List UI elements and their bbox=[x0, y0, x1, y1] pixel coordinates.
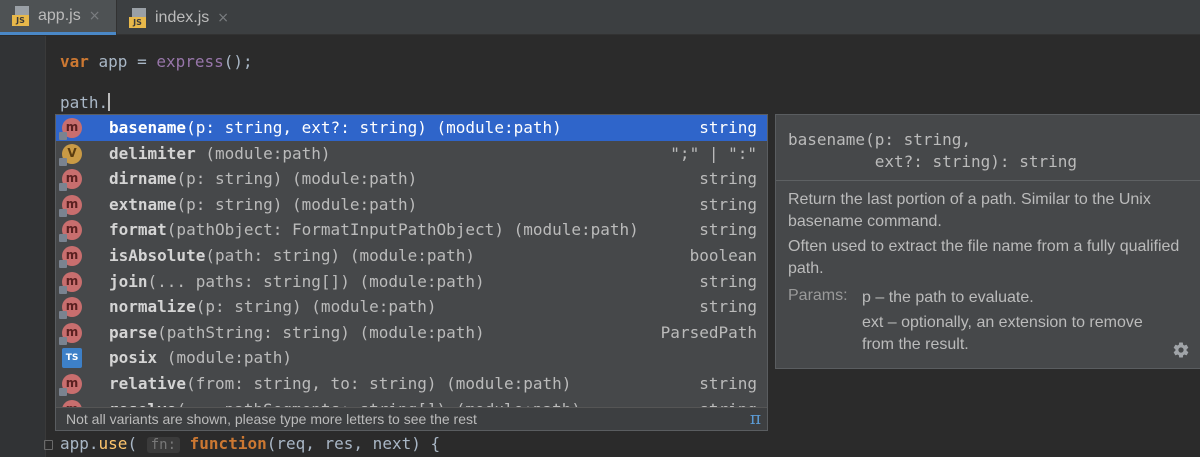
doc-separator bbox=[776, 180, 1200, 181]
doc-param: ext – optionally, an extension to remove… bbox=[862, 314, 1143, 353]
close-icon[interactable]: × bbox=[217, 10, 229, 26]
completion-item[interactable]: m basename(p: string, ext?: string) (modu… bbox=[56, 115, 767, 141]
doc-signature: basename(p: string, ext?: string): strin… bbox=[788, 130, 1077, 171]
method-icon: m bbox=[59, 118, 82, 140]
method-icon: m bbox=[59, 169, 82, 192]
completion-item[interactable]: m normalize(p: string) (module:path) strin… bbox=[56, 294, 767, 320]
doc-description: Often used to extract the file name from… bbox=[788, 238, 1180, 277]
tab-app-js[interactable]: JS app.js × bbox=[0, 0, 116, 35]
tab-index-js[interactable]: JS index.js × bbox=[116, 0, 246, 35]
completion-item[interactable]: Vdelimiter (module:path) ";" | ":" bbox=[56, 141, 767, 167]
method-icon: m bbox=[59, 322, 82, 345]
completion-item[interactable]: m extname(p: string) (module:path) string bbox=[56, 192, 767, 218]
fold-marker-icon[interactable] bbox=[44, 440, 53, 450]
completion-popup: m basename(p: string, ext?: string) (modu… bbox=[55, 114, 768, 431]
javascript-file-icon: JS bbox=[129, 7, 149, 28]
method-icon: m bbox=[59, 220, 82, 243]
tab-label: index.js bbox=[155, 8, 210, 26]
method-icon: m bbox=[59, 297, 82, 320]
quick-documentation-popup: basename(p: string, ext?: string): strin… bbox=[775, 114, 1200, 369]
completion-footer: Not all variants are shown, please type … bbox=[56, 407, 767, 430]
method-icon: m bbox=[59, 374, 82, 396]
completion-item[interactable]: m join(... paths: string[]) (module:path)… bbox=[56, 269, 767, 295]
completion-item[interactable]: m relative(from: string, to: string) (mod… bbox=[56, 371, 767, 397]
completion-item[interactable]: m isAbsolute(path: string) (module:path) b… bbox=[56, 243, 767, 269]
typescript-icon: TS bbox=[62, 348, 82, 369]
gear-icon[interactable] bbox=[1172, 341, 1190, 359]
code-line[interactable]: var app = express(); bbox=[60, 52, 253, 72]
completion-item[interactable]: m format(pathObject: FormatInputPathObjec… bbox=[56, 217, 767, 243]
text-caret bbox=[108, 93, 111, 111]
parameter-hint: fn: bbox=[146, 437, 181, 453]
code-line[interactable]: app.use( fn: function(req, res, next) { bbox=[60, 434, 440, 455]
editor-tab-bar: JS app.js × JS index.js × bbox=[0, 0, 1200, 35]
completion-item[interactable]: m parse(pathString: string) (module:path)… bbox=[56, 320, 767, 346]
pi-icon[interactable]: π bbox=[750, 408, 761, 430]
completion-item[interactable]: TS posix (module:path) bbox=[56, 345, 767, 371]
javascript-file-icon: JS bbox=[12, 6, 32, 26]
doc-param: p – the path to evaluate. bbox=[862, 289, 1034, 306]
method-icon: m bbox=[59, 246, 82, 268]
tab-label: app.js bbox=[38, 7, 81, 24]
line-gutter[interactable] bbox=[0, 36, 46, 457]
completion-list[interactable]: m basename(p: string, ext?: string) (modu… bbox=[56, 115, 767, 409]
close-icon[interactable]: × bbox=[89, 8, 101, 24]
code-line-current[interactable]: path. bbox=[60, 93, 111, 113]
doc-params-label: Params: bbox=[788, 287, 848, 304]
method-icon: m bbox=[59, 271, 82, 294]
variable-icon: V bbox=[59, 143, 82, 166]
doc-description: Return the last portion of a path. Simil… bbox=[788, 191, 1151, 230]
method-icon: m bbox=[59, 194, 82, 217]
completion-item[interactable]: m dirname(p: string) (module:path) string bbox=[56, 166, 767, 192]
